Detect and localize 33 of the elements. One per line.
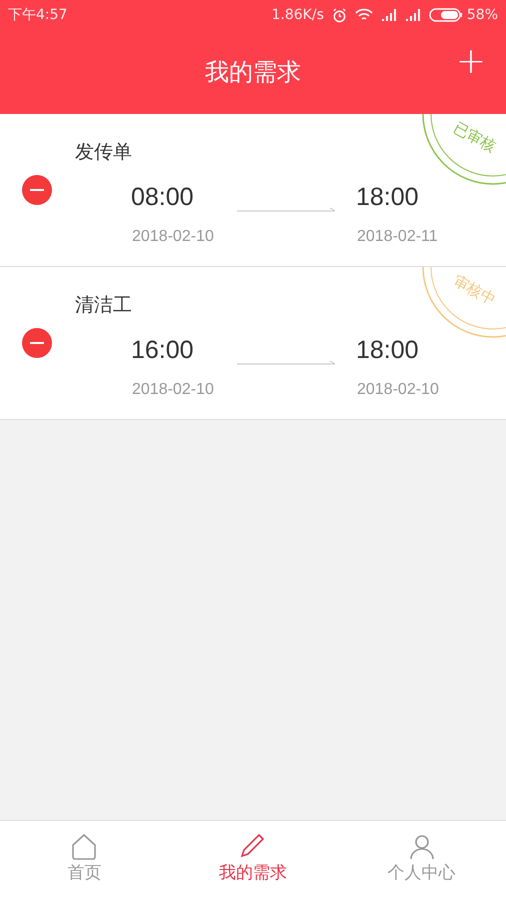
stamp-label: 已审核	[450, 118, 500, 158]
nav-tab[interactable]: 我的需求	[168, 821, 338, 900]
nav-tab[interactable]: 首页	[0, 821, 169, 900]
signal-icon	[380, 9, 397, 21]
page-title: 我的需求	[205, 57, 301, 88]
end-date: 2018-02-10	[357, 380, 439, 400]
demand-title: 清洁工	[75, 293, 132, 318]
demand-card[interactable]: 审核中 清洁工 16:00 2018-02-10 18:00 2018-02-10	[0, 267, 506, 420]
network-speed: 1.86K/s	[272, 6, 324, 24]
demand-title: 发传单	[75, 140, 132, 165]
add-button[interactable]: +	[456, 44, 486, 80]
home-icon	[71, 833, 98, 861]
arrow-icon	[237, 207, 336, 213]
start-date: 2018-02-10	[132, 227, 214, 247]
demand-card[interactable]: 已审核 发传单 08:00 2018-02-10 18:00 2018-02-11	[0, 114, 506, 267]
nav-tab[interactable]: 个人中心	[337, 821, 506, 900]
start-time: 16:00	[131, 335, 194, 366]
end-time: 18:00	[356, 335, 419, 366]
wifi-icon	[354, 8, 373, 22]
start-time: 08:00	[131, 182, 194, 213]
alarm-icon	[332, 8, 347, 22]
end-time: 18:00	[356, 182, 419, 213]
status-time: 下午4:57	[8, 6, 68, 24]
battery-icon	[428, 8, 463, 22]
battery-level: 58%	[466, 6, 498, 24]
stamp-label: 审核中	[450, 270, 500, 311]
remove-icon[interactable]	[22, 328, 52, 358]
end-date: 2018-02-11	[357, 227, 438, 247]
start-date: 2018-02-10	[132, 380, 214, 400]
arrow-icon	[237, 360, 336, 366]
person-icon	[408, 833, 435, 861]
remove-icon[interactable]	[22, 175, 52, 205]
signal-icon	[404, 9, 421, 21]
